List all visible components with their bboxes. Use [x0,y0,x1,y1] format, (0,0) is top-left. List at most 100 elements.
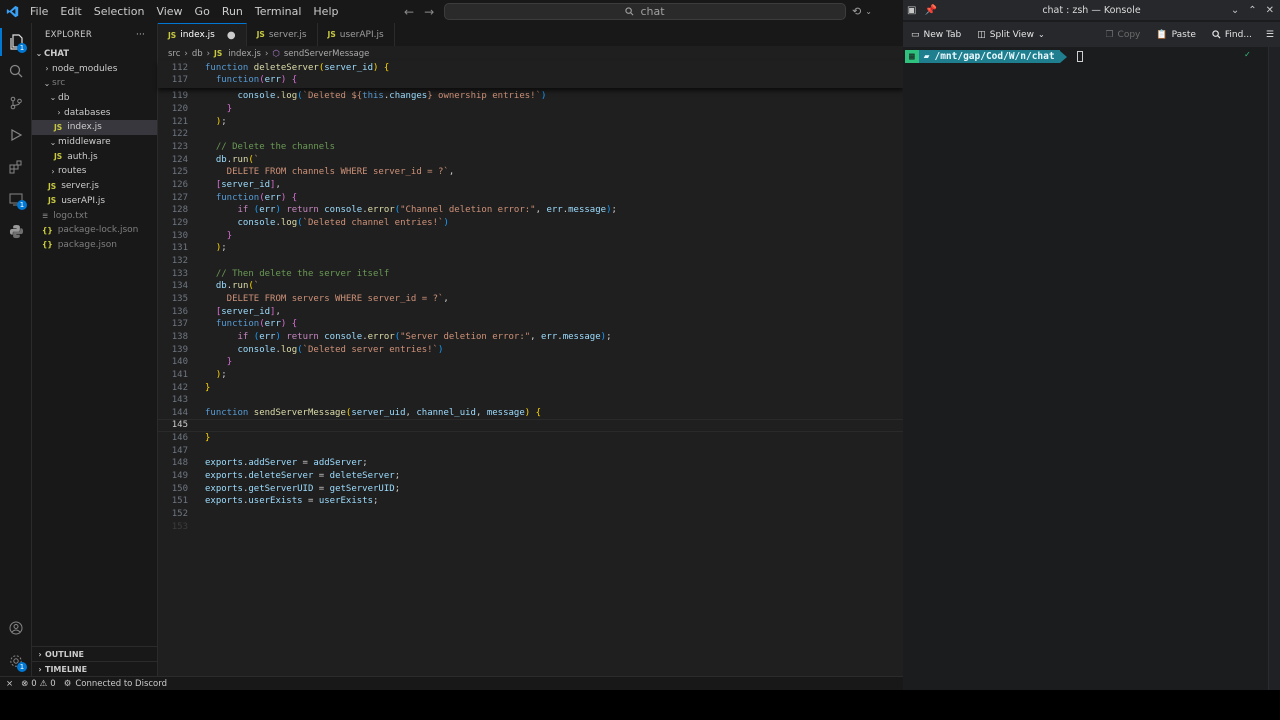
close-icon[interactable]: ✕ [1266,5,1274,16]
back-arrow-icon[interactable]: ← [404,5,414,19]
code-line[interactable]: 136 [server_id], [158,305,903,318]
tree-item-package-lock-json[interactable]: {} package-lock.json [32,223,157,238]
split-view-button[interactable]: ◫ Split View ⌄ [969,22,1052,47]
code-line[interactable]: 137 function(err) { [158,318,903,331]
more-actions-icon[interactable]: ··· [136,30,145,40]
code-line[interactable]: 143 [158,394,903,407]
problems-indicator[interactable]: ⊗ 0 ⚠ 0 [21,679,56,689]
explorer-files-icon[interactable]: 1 [0,28,32,56]
code-line[interactable]: 130 } [158,229,903,242]
code-line[interactable]: 127 function(err) { [158,191,903,204]
source-control-icon[interactable] [0,89,32,117]
code-line[interactable]: 134 db.run(` [158,280,903,293]
menu-selection[interactable]: Selection [88,0,151,23]
outline-section[interactable]: › OUTLINE [32,646,157,661]
code-line[interactable]: 132 [158,255,903,268]
code-line[interactable]: 120 } [158,103,903,116]
code-line[interactable]: 112 function deleteServer(server_id) { [158,62,903,75]
code-line[interactable]: 146} [158,432,903,445]
code-line[interactable]: 142} [158,381,903,394]
code-line[interactable]: 151 exports.userExists = userExists; [158,495,903,508]
code-line[interactable]: 122 [158,128,903,141]
code-line[interactable]: 139 console.log(`Deleted server entries!… [158,343,903,356]
code-line[interactable]: 145 [158,419,903,432]
terminal-area[interactable]: ▦ ▰ /mnt/gap/Cod/W/n/chat ✓ [903,47,1280,690]
code-line[interactable]: 152 [158,508,903,521]
menu-edit[interactable]: Edit [54,0,87,23]
code-line[interactable]: 117 function(err) { [158,74,903,87]
hamburger-menu-icon[interactable]: ☰ [1260,22,1280,47]
breadcrumb-item[interactable]: db [192,49,203,59]
settings-gear-icon[interactable]: 1 [0,647,32,675]
code-line[interactable]: 131 ); [158,242,903,255]
code-line[interactable]: 150 exports.getServerUID = getServerUID; [158,482,903,495]
code-line[interactable]: 153 [158,520,903,533]
code-line[interactable]: 135 DELETE FROM servers WHERE server_id … [158,293,903,306]
tab-index-js[interactable]: JS index.js ● [158,23,247,46]
menu-help[interactable]: Help [307,0,344,23]
breadcrumb-item[interactable]: src [168,49,180,59]
pin-icon[interactable]: 📌 [924,5,936,16]
tab-userapi-js[interactable]: JS userAPI.js [318,23,395,46]
tab-server-js[interactable]: JS server.js [247,23,318,46]
tree-item-auth-js[interactable]: JS auth.js [32,149,157,164]
account-icon[interactable] [0,614,32,642]
tree-item-package-json[interactable]: {} package.json [32,237,157,252]
code-line[interactable]: 123 // Delete the channels [158,141,903,154]
code-line[interactable]: 148 exports.addServer = addServer; [158,457,903,470]
menu-file[interactable]: File [24,0,54,23]
menu-view[interactable]: View [150,0,188,23]
find-button[interactable]: Find... [1204,22,1260,47]
tree-item-src[interactable]: ⌄ src [32,76,157,91]
terminal-scrollbar[interactable] [1268,47,1280,690]
search-icon[interactable] [0,57,32,85]
tree-item-logo-txt[interactable]: ≡ logo.txt [32,208,157,223]
code-line[interactable]: 128 if (err) return console.error("Chann… [158,204,903,217]
code-line[interactable]: 133 // Then delete the server itself [158,267,903,280]
code-line[interactable]: 140 } [158,356,903,369]
code-line[interactable]: 149 exports.deleteServer = deleteServer; [158,470,903,483]
copilot-icon[interactable]: ⟲ [852,5,861,18]
explorer-root-folder[interactable]: ⌄ CHAT [32,46,157,61]
konsole-app-icon[interactable]: ▣ [907,5,916,16]
minimize-icon[interactable]: ⌄ [1231,5,1239,16]
discord-status[interactable]: ⚙ Connected to Discord [64,679,167,689]
code-line[interactable]: 147 [158,444,903,457]
tree-item-databases[interactable]: › databases [32,105,157,120]
breadcrumb-item[interactable]: sendServerMessage [284,49,370,59]
code-line[interactable]: 141 ); [158,369,903,382]
tree-item-middleware[interactable]: ⌄ middleware [32,135,157,150]
code-line[interactable]: 124 db.run(` [158,153,903,166]
tree-item-userapi-js[interactable]: JS userAPI.js [32,193,157,208]
remote-indicator-icon[interactable]: ⨯ [6,679,13,689]
menu-run[interactable]: Run [216,0,249,23]
code-line[interactable]: 121 ); [158,115,903,128]
code-editor[interactable]: 112 function deleteServer(server_id) {117… [158,61,903,676]
tree-item-db[interactable]: ⌄ db [32,90,157,105]
chevron-down-icon[interactable]: ⌄ [865,7,872,16]
code-line[interactable]: 129 console.log(`Deleted channel entries… [158,217,903,230]
unsaved-dot-icon[interactable]: ● [227,30,236,41]
forward-arrow-icon[interactable]: → [424,5,434,19]
menu-terminal[interactable]: Terminal [249,0,308,23]
extensions-icon[interactable] [0,153,32,181]
code-line[interactable]: 125 DELETE FROM channels WHERE server_id… [158,166,903,179]
code-line[interactable]: 138 if (err) return console.error("Serve… [158,331,903,344]
run-debug-icon[interactable] [0,121,32,149]
sticky-scroll-header[interactable]: 112 function deleteServer(server_id) {117… [158,61,903,88]
menu-go[interactable]: Go [189,0,216,23]
command-center[interactable]: chat [444,3,846,20]
code-line[interactable]: 119 console.log(`Deleted ${this.changes}… [158,90,903,103]
tree-item-routes[interactable]: › routes [32,164,157,179]
tree-item-index-js[interactable]: JS index.js [32,119,157,135]
remote-explorer-icon[interactable]: 1 [0,185,32,213]
new-tab-button[interactable]: ▭ New Tab [903,22,969,47]
tree-item-node-modules[interactable]: › node_modules [32,61,157,76]
code-line[interactable]: 126 [server_id], [158,179,903,192]
code-line[interactable]: 144 function sendServerMessage(server_uid… [158,407,903,420]
copy-button[interactable]: ❐ Copy [1097,22,1148,47]
python-icon[interactable] [0,217,32,245]
tree-item-server-js[interactable]: JS server.js [32,179,157,194]
breadcrumb-item[interactable]: index.js [228,49,261,59]
maximize-icon[interactable]: ⌃ [1248,5,1256,16]
